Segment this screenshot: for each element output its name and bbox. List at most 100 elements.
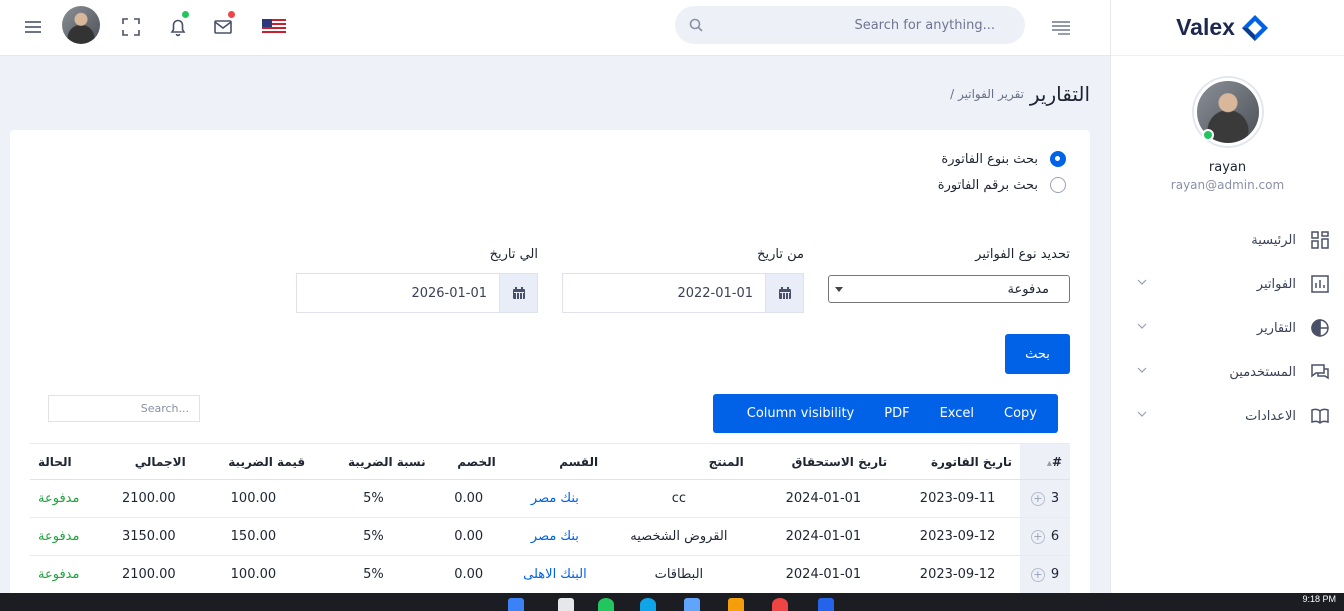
cell-discount: 0.00 (433, 555, 504, 594)
radio-invoice-type[interactable]: بحث بنوع الفاتورة (941, 151, 1066, 167)
table-row[interactable]: 3+ 2023-09-11 2024-01-01 cc بنك مصر 0.00… (30, 479, 1070, 518)
col-header-status[interactable]: الحالة (30, 443, 104, 480)
report-card: بحث بنوع الفاتورة بحث برقم الفاتورة تحدي… (10, 130, 1090, 600)
cell-invoice-date: 2023-09-12 (895, 555, 1020, 594)
from-date-field[interactable]: 2022-01-01 (562, 273, 804, 313)
file-icon[interactable] (558, 598, 574, 611)
sidebar-item-reports[interactable]: التقارير (1111, 306, 1344, 350)
mail-dot (228, 11, 235, 18)
chrome-icon[interactable] (772, 598, 788, 611)
cell-section[interactable]: بنك مصر (503, 479, 607, 518)
sidebar-item-users[interactable]: المستخدمين (1111, 350, 1344, 394)
mail-icon[interactable] (212, 16, 234, 38)
column-visibility-button[interactable]: Column visibility (732, 406, 870, 421)
col-header-section[interactable]: القسم (503, 443, 607, 480)
avatar[interactable] (1193, 78, 1262, 146)
search-button[interactable]: بحث (1005, 334, 1070, 374)
dashboard-icon (1311, 231, 1329, 249)
windows-start-icon[interactable] (508, 598, 524, 611)
sidebar-item-invoices[interactable]: الفواتير (1111, 262, 1344, 306)
invoice-type-select[interactable]: مدفوعة (828, 275, 1070, 303)
clock: 9:18 PM (1302, 594, 1336, 604)
fullscreen-icon[interactable] (120, 16, 142, 38)
col-header-discount[interactable]: الخصم (433, 443, 504, 480)
os-taskbar: 9:18 PM (0, 593, 1344, 611)
cell-total: 2100.00 (103, 555, 194, 594)
search-icon (689, 18, 703, 32)
col-header-due-date[interactable]: تاريخ الاستحقاق (751, 443, 896, 480)
col-header-tax-rate[interactable]: نسبة الضريبة (313, 443, 434, 480)
col-header-total[interactable]: الاجمالي (103, 443, 194, 480)
cell-discount: 0.00 (433, 517, 504, 556)
pie-chart-icon (1311, 319, 1329, 337)
search-input[interactable] (695, 17, 995, 33)
to-date-label: الي تاريخ (489, 247, 538, 262)
sidebar-item-label: الرئيسية (1251, 232, 1296, 248)
cell-tax-value: 100.00 (193, 555, 314, 594)
radio-invoice-number[interactable]: بحث برقم الفاتورة (938, 177, 1066, 193)
caret-down-icon (835, 287, 843, 292)
table-row[interactable]: 6+ 2023-09-12 2024-01-01 القروض الشخصيه … (30, 517, 1070, 556)
cell-section[interactable]: بنك مصر (503, 517, 607, 556)
cell-section[interactable]: البنك الاهلى (503, 555, 607, 594)
hamburger-icon[interactable] (22, 16, 44, 38)
row-number: 6+ (1020, 517, 1070, 556)
brand[interactable]: Valex (1111, 0, 1344, 56)
cell-tax-value: 150.00 (193, 517, 314, 556)
table-search-input[interactable] (59, 402, 189, 415)
radio-button[interactable] (1050, 151, 1066, 167)
expand-icon[interactable]: + (1030, 567, 1045, 582)
row-number: 3+ (1020, 479, 1070, 518)
expand-icon[interactable]: + (1030, 491, 1045, 506)
row-number: 9+ (1020, 555, 1070, 594)
sidebar-item-label: الاعدادات (1245, 408, 1296, 424)
menu-lines-icon[interactable] (1050, 16, 1072, 38)
col-header-invoice-date[interactable]: تاريخ القاتورة (895, 443, 1020, 480)
header-avatar[interactable] (62, 6, 100, 44)
whatsapp-icon[interactable] (598, 598, 614, 611)
calendar-icon[interactable] (499, 274, 537, 312)
sidebar-item-label: التقارير (1256, 320, 1296, 336)
app-icon[interactable] (684, 598, 700, 611)
vscode-icon[interactable] (818, 598, 834, 611)
radio-label: بحث برقم الفاتورة (937, 177, 1038, 193)
table-row[interactable]: 9+ 2023-09-12 2024-01-01 البطاقات البنك … (30, 555, 1070, 594)
invoices-table: #▴ تاريخ القاتورة تاريخ الاستحقاق المنتج… (30, 443, 1070, 594)
expand-icon[interactable]: + (1030, 529, 1045, 544)
cell-status: مدفوعة (30, 517, 104, 556)
export-buttons: Copy Excel PDF Column visibility (713, 394, 1058, 433)
top-header (0, 0, 1110, 56)
chevron-down-icon (1137, 323, 1147, 329)
profile-name: rayan (1208, 160, 1247, 175)
cell-status: مدفوعة (30, 479, 104, 518)
cell-discount: 0.00 (433, 479, 504, 518)
folder-icon[interactable] (728, 598, 744, 611)
from-date-label: من تاريخ (757, 247, 804, 262)
chevron-down-icon (1137, 279, 1147, 285)
table-header-row: #▴ تاريخ القاتورة تاريخ الاستحقاق المنتج… (30, 443, 1070, 480)
bell-icon[interactable] (167, 16, 189, 38)
copy-button[interactable]: Copy (989, 406, 1052, 421)
profile-email: rayan@admin.com (1170, 178, 1285, 192)
sidebar-item-settings[interactable]: الاعدادات (1111, 394, 1344, 438)
cell-product: القروض الشخصيه (606, 517, 752, 556)
col-header-number[interactable]: #▴ (1020, 443, 1070, 480)
table-search[interactable] (48, 395, 200, 422)
pdf-button[interactable]: PDF (869, 406, 924, 421)
col-header-tax-value[interactable]: قيمة الضريبة (193, 443, 314, 480)
cell-tax-value: 100.00 (193, 479, 314, 518)
radio-button[interactable] (1050, 177, 1066, 193)
global-search[interactable] (675, 6, 1025, 44)
edge-icon[interactable] (640, 598, 656, 611)
col-header-product[interactable]: المنتج (606, 443, 752, 480)
breadcrumb[interactable]: / تقرير الفواتير (950, 87, 1024, 101)
us-flag-icon[interactable] (262, 16, 286, 38)
cell-product: البطاقات (606, 555, 752, 594)
excel-button[interactable]: Excel (925, 406, 989, 421)
sidebar-item-home[interactable]: الرئيسية (1111, 218, 1344, 262)
profile: rayan rayan@admin.com (1111, 56, 1344, 192)
invoice-type-label: تحديد نوع الفواتير (975, 247, 1070, 262)
calendar-icon[interactable] (765, 274, 803, 312)
cell-tax-rate: 5% (313, 517, 434, 556)
to-date-field[interactable]: 2026-01-01 (296, 273, 538, 313)
